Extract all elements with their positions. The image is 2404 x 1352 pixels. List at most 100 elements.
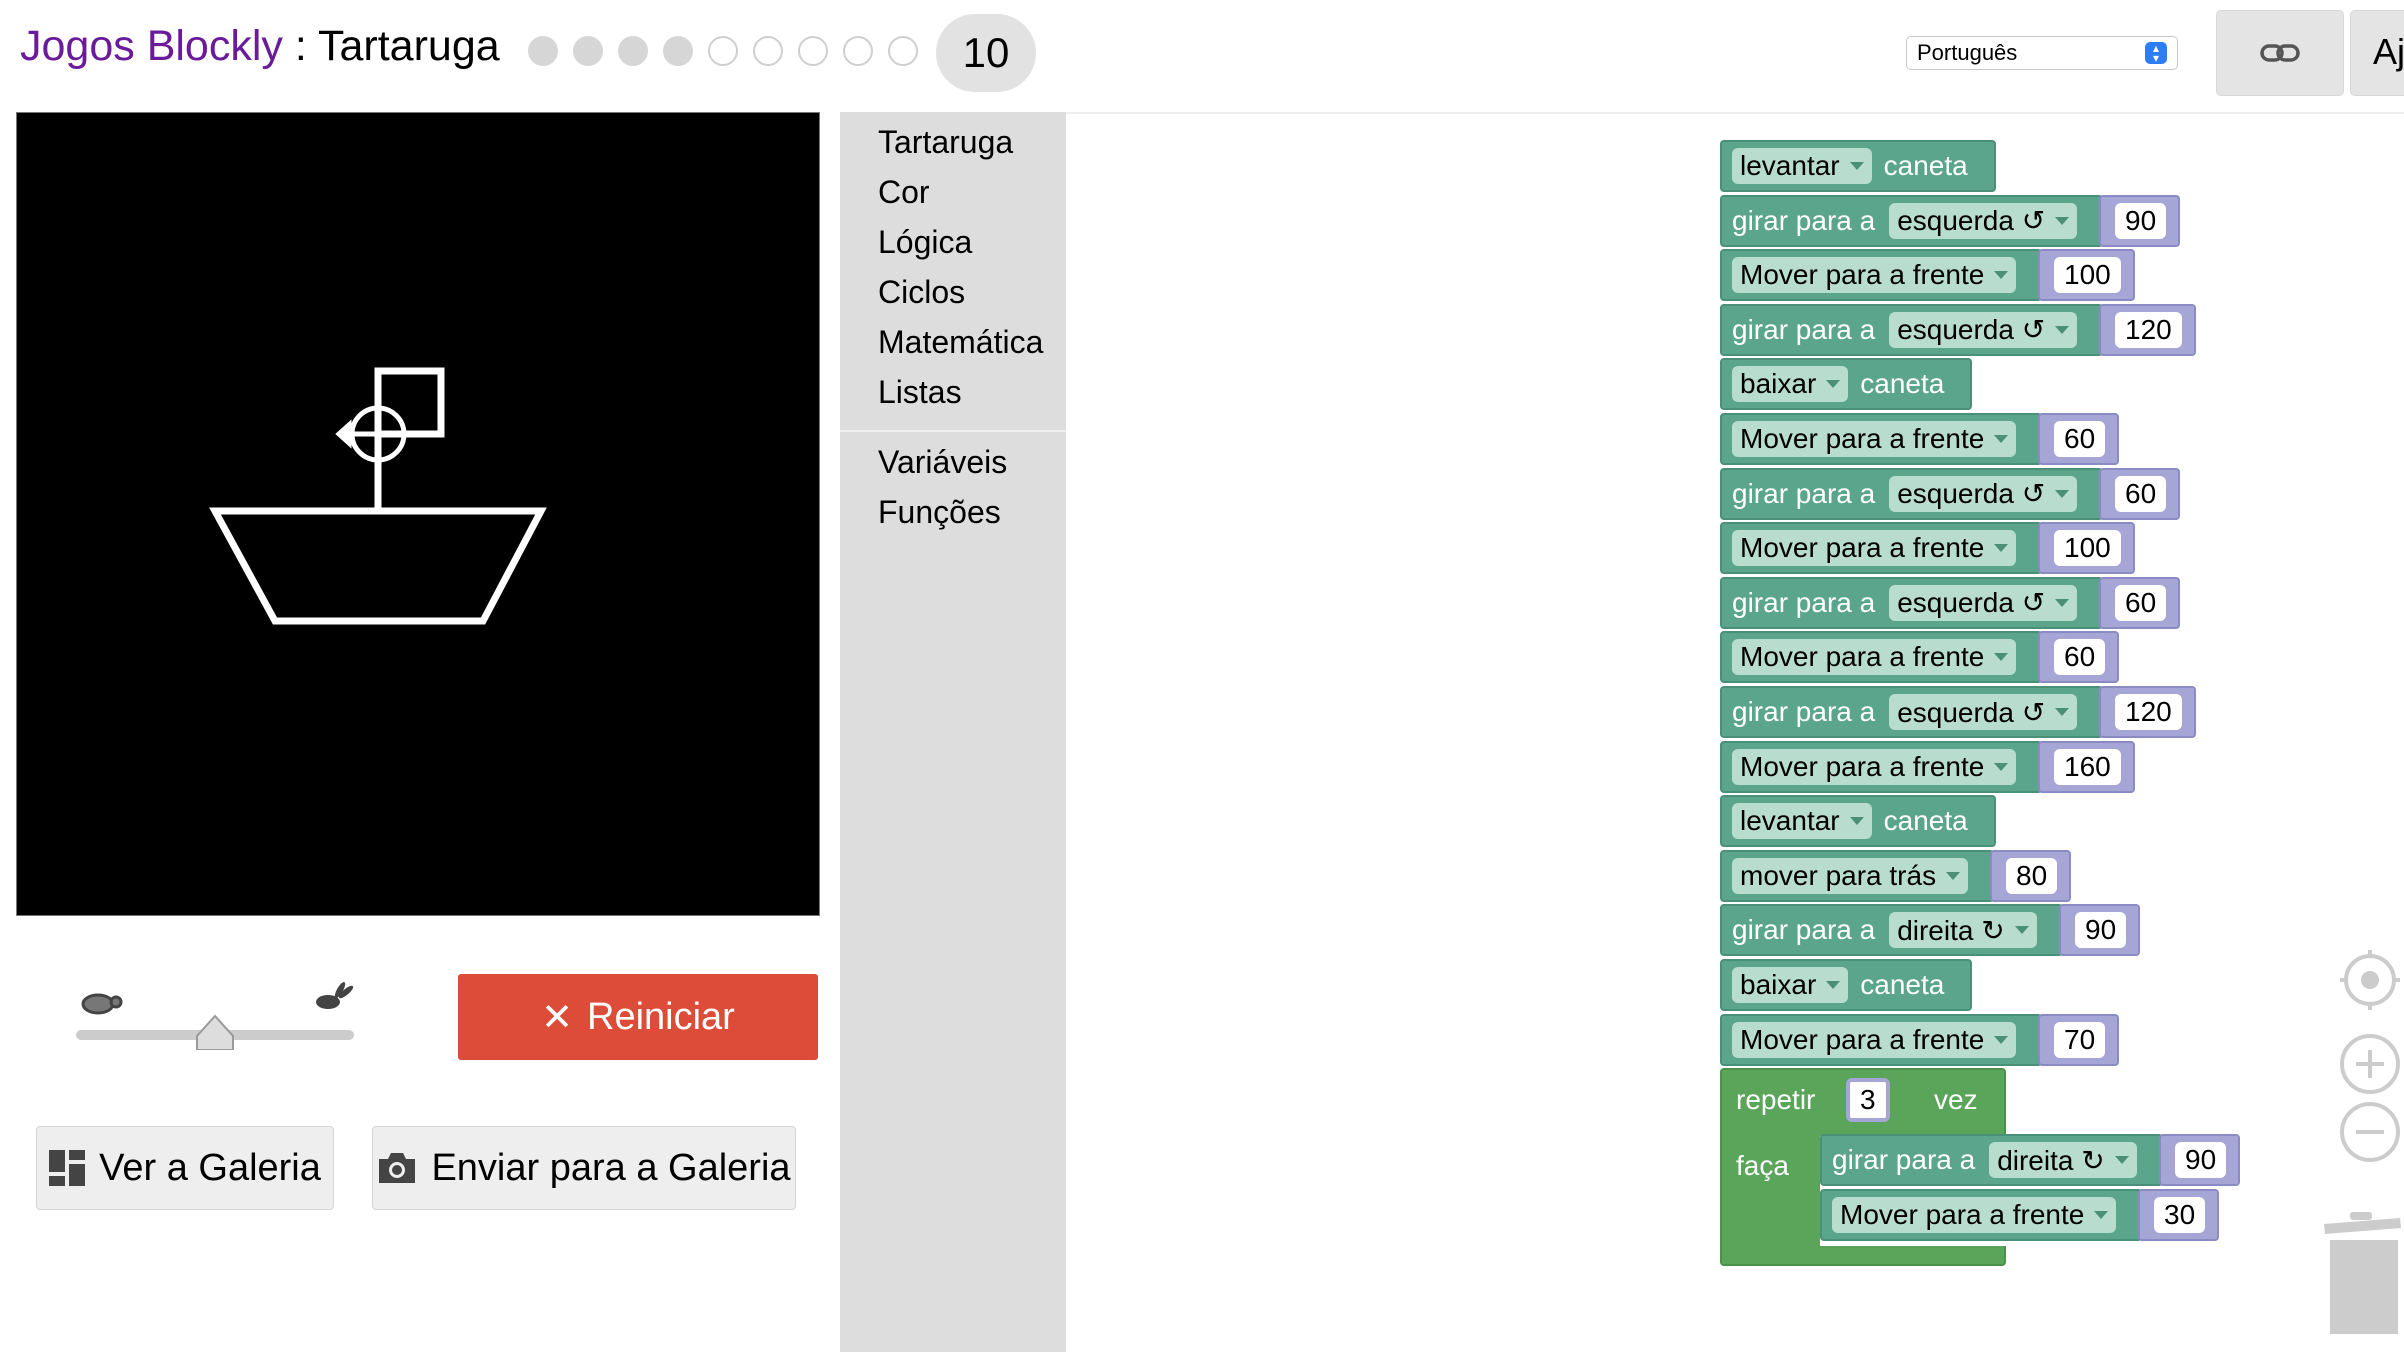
level-dot[interactable] [663, 36, 693, 66]
speed-thumb [196, 1014, 234, 1051]
block-dropdown-text: baixar [1740, 969, 1817, 1000]
block-dropdown[interactable]: baixar [1732, 967, 1849, 1003]
move-block[interactable]: mover para trás [1720, 849, 1995, 902]
toolbox-category[interactable]: Tartaruga [878, 124, 1013, 161]
block-dropdown[interactable]: esquerda ↺ [1889, 475, 2078, 512]
speed-slider[interactable] [70, 980, 360, 1051]
recenter-icon[interactable] [2338, 948, 2402, 1012]
number-value: 80 [2006, 857, 2058, 894]
turn-block[interactable]: girar para a esquerda ↺ [1720, 576, 2104, 629]
move-block[interactable]: Mover para a frente [1720, 522, 2043, 575]
brand-link[interactable]: Jogos Blockly [20, 22, 283, 70]
pen-block[interactable]: baixar caneta [1720, 959, 1973, 1011]
level-dot[interactable] [618, 36, 648, 66]
number-input[interactable]: 60 [2099, 467, 2181, 520]
number-input[interactable]: 60 [2099, 576, 2181, 629]
number-input[interactable]: 100 [2038, 249, 2135, 302]
level-dot[interactable] [888, 36, 918, 66]
chevron-down-icon [1826, 981, 1841, 989]
number-input[interactable]: 60 [2038, 413, 2120, 465]
number-input[interactable]: 60 [2038, 631, 2120, 684]
block-dropdown[interactable]: Mover para a frente [1732, 257, 2017, 294]
move-block[interactable]: Mover para a frente [1720, 631, 2043, 684]
submit-gallery-button[interactable]: Enviar para a Galeria [372, 1126, 796, 1210]
number-input[interactable]: 30 [2138, 1188, 2220, 1241]
toolbox-category[interactable]: Cor [878, 174, 930, 211]
chevron-down-icon [2055, 325, 2070, 334]
number-input[interactable]: 80 [1990, 849, 2072, 902]
chevron-down-icon [1994, 653, 2009, 662]
number-input[interactable]: 160 [2038, 740, 2135, 793]
reset-button[interactable]: ✕ Reiniciar [458, 974, 818, 1060]
block-dropdown[interactable]: levantar [1732, 803, 1872, 840]
level-dot[interactable] [753, 36, 783, 66]
block-dropdown[interactable]: mover para trás [1732, 857, 1969, 894]
number-input[interactable]: 70 [2038, 1013, 2120, 1066]
level-dot[interactable] [528, 36, 558, 66]
number-input[interactable]: 90 [2099, 194, 2181, 247]
block-label: caneta [1860, 969, 1945, 1000]
app-name: Tartaruga [317, 22, 500, 70]
number-input[interactable]: 120 [2099, 686, 2196, 738]
pen-block[interactable]: levantar caneta [1720, 140, 1996, 192]
block-dropdown[interactable]: Mover para a frente [1732, 748, 2017, 785]
toolbox-category[interactable]: Funções [878, 494, 1001, 531]
help-button[interactable]: Aj [2350, 10, 2404, 96]
move-block[interactable]: Mover para a frente [1720, 413, 2043, 465]
zoom-out-icon[interactable] [2338, 1100, 2402, 1164]
move-block[interactable]: Mover para a frente [1720, 249, 2043, 302]
block-dropdown[interactable]: direita ↻ [1989, 1142, 2137, 1179]
number-input[interactable]: 90 [2159, 1134, 2241, 1187]
block-dropdown[interactable]: Mover para a frente [1732, 639, 2017, 676]
pen-block[interactable]: baixar caneta [1720, 358, 1973, 411]
level-dot[interactable] [708, 36, 738, 66]
toolbox-category[interactable]: Matemática [878, 324, 1043, 361]
blocks-workspace[interactable]: levantar caneta girar para a esquerda ↺ 90 Mo… [1066, 112, 2404, 1352]
block-dropdown[interactable]: Mover para a frente [1732, 530, 2017, 567]
block-dropdown-text: Mover para a frente [1740, 423, 1985, 454]
turn-block[interactable]: girar para a direita ↻ [1720, 904, 2063, 957]
chevron-down-icon [2055, 489, 2070, 498]
turn-block[interactable]: girar para a esquerda ↺ [1720, 686, 2104, 738]
move-block[interactable]: Mover para a frente [1820, 1188, 2143, 1241]
zoom-in-icon[interactable] [2338, 1032, 2402, 1096]
language-select[interactable]: Português ▴ ▾ [1906, 36, 2178, 70]
block-dropdown[interactable]: esquerda ↺ [1889, 584, 2078, 621]
block-dropdown[interactable]: Mover para a frente [1732, 421, 2017, 457]
number-input[interactable]: 100 [2038, 522, 2135, 575]
block-dropdown[interactable]: direita ↻ [1889, 912, 2037, 949]
block-dropdown[interactable]: Mover para a frente [1732, 1021, 2017, 1058]
repeat-count-input[interactable]: 3 [1846, 1078, 1890, 1123]
link-button[interactable] [2216, 10, 2344, 96]
toolbox-category[interactable]: Listas [878, 374, 962, 411]
block-dropdown[interactable]: Mover para a frente [1832, 1196, 2117, 1233]
block-dropdown-text: direita ↻ [1997, 1144, 2105, 1176]
block-dropdown-text: Mover para a frente [1740, 532, 1985, 564]
trash-icon[interactable] [2320, 1210, 2404, 1340]
toolbox-category[interactable]: Ciclos [878, 274, 965, 311]
block-dropdown[interactable]: baixar [1732, 366, 1849, 403]
block-dropdown[interactable]: esquerda ↺ [1889, 311, 2078, 348]
number-input[interactable]: 90 [2059, 904, 2141, 957]
pen-block[interactable]: levantar caneta [1720, 795, 1996, 848]
move-block[interactable]: Mover para a frente [1720, 1013, 2043, 1066]
level-dot[interactable] [798, 36, 828, 66]
turtle-canvas [16, 112, 820, 916]
block-dropdown-text: esquerda ↺ [1897, 587, 2046, 619]
block-dropdown[interactable]: levantar [1732, 148, 1872, 184]
turn-block[interactable]: girar para a esquerda ↺ [1720, 303, 2104, 356]
block-dropdown-text: Mover para a frente [1740, 641, 1985, 673]
level-dot[interactable] [843, 36, 873, 66]
view-gallery-button[interactable]: Ver a Galeria [36, 1126, 334, 1210]
block-dropdown[interactable]: esquerda ↺ [1889, 202, 2078, 239]
level-dot[interactable] [573, 36, 603, 66]
toolbox-category[interactable]: Lógica [878, 224, 972, 261]
turn-block[interactable]: girar para a esquerda ↺ [1720, 194, 2104, 247]
turn-block[interactable]: girar para a direita ↻ [1820, 1134, 2163, 1187]
number-input[interactable]: 120 [2099, 303, 2196, 356]
block-dropdown[interactable]: esquerda ↺ [1889, 694, 2078, 730]
move-block[interactable]: Mover para a frente [1720, 740, 2043, 793]
submit-gallery-label: Enviar para a Galeria [431, 1146, 791, 1189]
turn-block[interactable]: girar para a esquerda ↺ [1720, 467, 2104, 520]
toolbox-category[interactable]: Variáveis [878, 444, 1007, 481]
